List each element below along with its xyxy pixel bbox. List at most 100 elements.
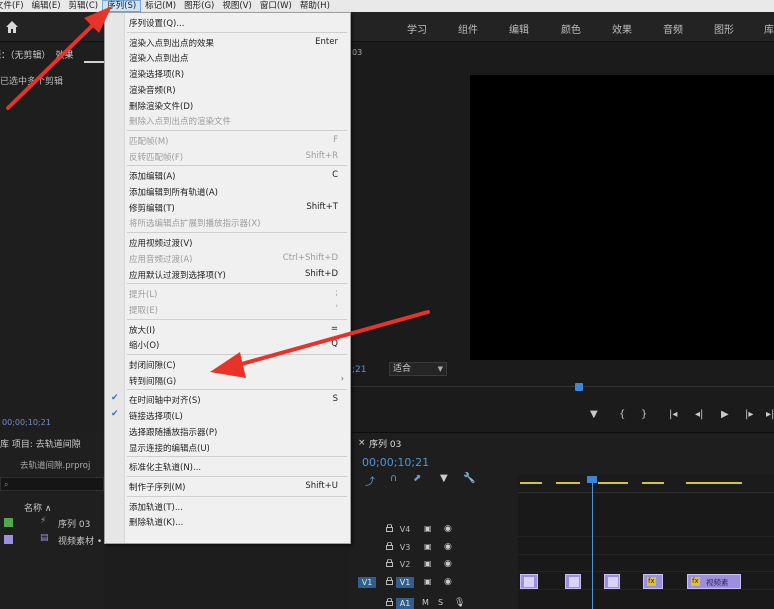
eye-icon[interactable]: ◉ (444, 559, 452, 569)
film-icon[interactable]: ▣ (424, 559, 432, 568)
program-scrub-bar[interactable] (350, 386, 774, 387)
film-icon[interactable]: ▣ (424, 577, 432, 586)
workspace-tab-learn[interactable]: 学习 (407, 21, 427, 36)
menu-item-18[interactable]: 应用音频过渡(A) Ctrl+Shift+D (105, 251, 350, 266)
menu-item-24[interactable]: 放大(I) = (105, 322, 350, 337)
tab-source[interactable]: 源：（无剪辑） (0, 48, 51, 61)
column-header-name[interactable]: 名称 ∧ (24, 501, 51, 514)
menu-item-33[interactable]: 显示连接的编辑点(U) (105, 440, 350, 455)
track-row-v3[interactable] (518, 538, 774, 555)
menu-item-19[interactable]: 应用默认过渡到选择项(Y) Shift+D (105, 267, 350, 282)
track-label[interactable]: V4 (396, 524, 414, 535)
mark-out-icon[interactable]: } (641, 409, 647, 420)
eye-icon[interactable]: ◉ (444, 524, 452, 534)
menu-item-3[interactable]: 渲染入点到出点 (105, 50, 350, 65)
timeline-ruler[interactable] (518, 475, 774, 493)
lock-icon[interactable] (386, 542, 393, 550)
menu-item-12[interactable]: 添加编辑(A) C (105, 168, 350, 183)
workspace-tab-assembly[interactable]: 组件 (458, 21, 478, 36)
menu-item-15[interactable]: 将所选编辑点扩展到播放指示器(X) (105, 215, 350, 230)
menu-item-2[interactable]: 渲染入点到出点的效果 Enter (105, 35, 350, 50)
track-row-v2[interactable] (518, 555, 774, 572)
home-icon[interactable] (5, 20, 19, 34)
close-icon[interactable]: × (358, 438, 366, 448)
play-icon[interactable]: ▶ (721, 409, 729, 420)
menu-item-35[interactable]: 标准化主轨道(N)... (105, 459, 350, 474)
linked-selection-icon[interactable]: ⬈ (413, 473, 421, 484)
step-forward-icon[interactable]: |▸ (745, 409, 753, 420)
video-clip[interactable]: fx (643, 574, 663, 589)
marker-icon[interactable]: ▼ (440, 473, 448, 484)
source-patch-v1[interactable]: V1 (358, 577, 376, 588)
video-clip[interactable] (565, 574, 581, 589)
menu-item-9[interactable]: 匹配帧(M) F (105, 133, 350, 148)
tab-effects[interactable]: 效果 (56, 48, 74, 61)
track-row-a1[interactable] (518, 594, 774, 609)
video-clip[interactable] (520, 574, 538, 589)
menu-item-22[interactable]: 提取(E) ' (105, 302, 350, 317)
menu-item-7[interactable]: 删除入点到出点的渲染文件 (105, 113, 350, 128)
menu-sequence[interactable]: 序列(S) (102, 0, 142, 12)
lock-icon[interactable] (386, 559, 393, 567)
menu-clip[interactable]: 剪辑(C) (65, 0, 103, 12)
lock-icon[interactable] (386, 577, 393, 585)
workspace-tab-audio[interactable]: 音频 (663, 21, 683, 36)
mark-in-icon[interactable]: { (619, 409, 625, 420)
menu-item-32[interactable]: 选择跟随播放指示器(P) (105, 424, 350, 439)
lock-icon[interactable] (386, 598, 393, 606)
track-label[interactable]: V2 (396, 559, 414, 570)
fit-zoom-select[interactable]: 适合 ▼ (389, 362, 447, 376)
menu-item-37[interactable]: 制作子序列(M) Shift+U (105, 479, 350, 494)
film-icon[interactable]: ▣ (424, 524, 432, 533)
solo-button[interactable]: S (438, 598, 443, 607)
menu-item-4[interactable]: 渲染选择项(R) (105, 66, 350, 81)
menu-help[interactable]: 帮助(H) (296, 0, 334, 12)
menu-item-0[interactable]: 序列设置(Q)... (105, 15, 350, 30)
timeline-title[interactable]: 序列 03 (369, 437, 401, 450)
go-to-out-icon[interactable]: ▸| (766, 409, 774, 420)
project-search-input[interactable]: ⌕ (0, 477, 104, 491)
menu-item-31[interactable]: ✔ 链接选择项(L) (105, 408, 350, 423)
eye-icon[interactable]: ◉ (444, 577, 452, 587)
track-row-v4[interactable] (518, 520, 774, 537)
nest-icon[interactable]: ⤴ (365, 473, 375, 488)
menu-item-30[interactable]: ✔ 在时间轴中对齐(S) S (105, 392, 350, 407)
menu-item-27[interactable]: 封闭间隙(C) (105, 357, 350, 372)
workspace-tab-graphics[interactable]: 图形 (714, 21, 734, 36)
eye-icon[interactable]: ◉ (444, 542, 452, 552)
menu-item-14[interactable]: 修剪编辑(T) Shift+T (105, 200, 350, 215)
mute-button[interactable]: M (422, 598, 429, 607)
menu-item-21[interactable]: 提升(L); (105, 286, 350, 301)
menu-window[interactable]: 窗口(W) (256, 0, 296, 12)
workspace-tab-color[interactable]: 颜色 (561, 21, 581, 36)
video-clip[interactable]: fx 视频素 (687, 574, 741, 589)
go-to-in-icon[interactable]: |◂ (669, 409, 677, 420)
program-tab[interactable]: 03 (352, 48, 362, 57)
menu-item-6[interactable]: 删除渲染文件(D) (105, 98, 350, 113)
program-playhead[interactable] (575, 383, 583, 391)
project-tabs[interactable]: 库 项目: 去轨道间隙 (0, 437, 81, 450)
menu-file[interactable]: 文件(F) (0, 0, 28, 12)
menu-item-40[interactable]: 删除轨道(K)... (105, 514, 350, 529)
wrench-icon[interactable]: 🔧 (463, 473, 475, 484)
track-label[interactable]: V3 (396, 542, 414, 553)
menu-view[interactable]: 视图(V) (218, 0, 255, 12)
menu-item-5[interactable]: 渲染音频(R) (105, 82, 350, 97)
track-label[interactable]: A1 (396, 598, 414, 609)
menu-item-39[interactable]: 添加轨道(T)... (105, 499, 350, 514)
menu-marker[interactable]: 标记(M) (141, 0, 180, 12)
workspace-tab-effects[interactable]: 效果 (612, 21, 632, 36)
menu-item-25[interactable]: 缩小(O) Q (105, 337, 350, 352)
menu-item-17[interactable]: 应用视频过渡(V) (105, 235, 350, 250)
menu-edit[interactable]: 编辑(E) (28, 0, 65, 12)
track-label[interactable]: V1 (396, 577, 414, 588)
project-item[interactable]: ⚡ 序列 03 (0, 514, 104, 531)
workspace-tab-libraries[interactable]: 库 (764, 21, 774, 36)
step-back-icon[interactable]: ◂| (695, 409, 703, 420)
menu-item-28[interactable]: 转到间隔(G) › (105, 373, 350, 388)
microphone-icon[interactable]: 🎙 (454, 598, 465, 608)
menu-item-13[interactable]: 添加编辑到所有轨道(A) (105, 184, 350, 199)
video-clip[interactable] (604, 574, 620, 589)
workspace-tab-editing[interactable]: 编辑 (509, 21, 529, 36)
menu-item-10[interactable]: 反转匹配帧(F) Shift+R (105, 149, 350, 164)
